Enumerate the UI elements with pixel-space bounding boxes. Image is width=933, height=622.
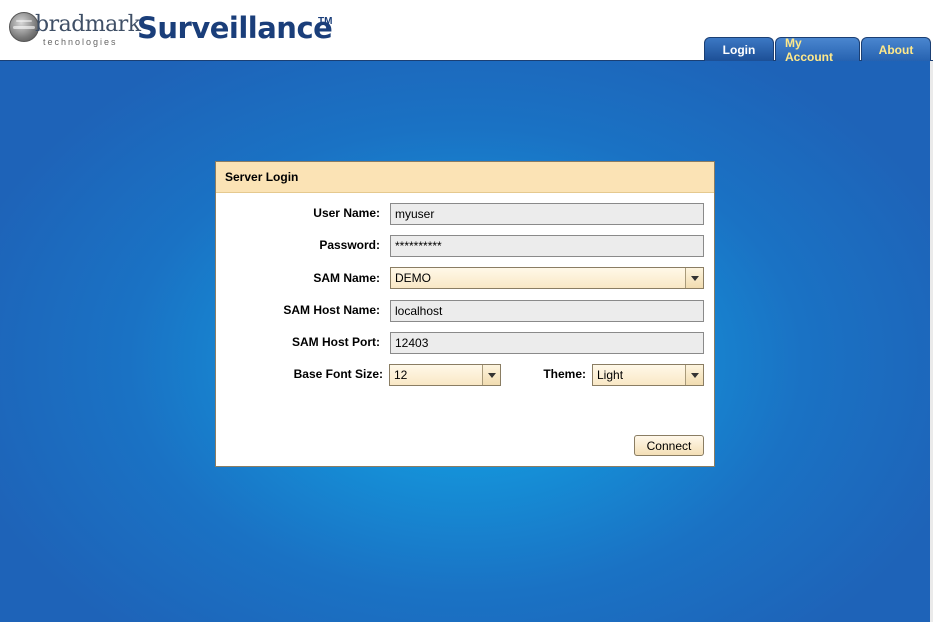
user-name-label: User Name: [313,206,380,220]
base-font-size-dropdown-button[interactable] [482,365,500,385]
theme-value: Light [597,368,624,382]
sam-host-name-label: SAM Host Name: [283,303,380,317]
chevron-down-icon [487,372,496,378]
tab-my-account[interactable]: My Account [775,36,860,64]
server-login-panel: Server Login User Name: myuser Password:… [215,161,715,467]
trademark-mark: TM [318,16,333,27]
password-label: Password: [319,238,380,252]
bradmark-logo: bradmark technologies [9,10,141,50]
theme-dropdown-button[interactable] [685,365,703,385]
user-name-input[interactable]: myuser [390,203,704,225]
sam-host-port-input[interactable]: 12403 [390,332,704,354]
app-title: Surveillance [137,11,333,45]
connect-button[interactable]: Connect [634,435,704,456]
sam-name-dropdown-button[interactable] [685,268,703,288]
sam-host-port-label: SAM Host Port: [292,335,380,349]
theme-label: Theme: [543,367,586,381]
chevron-down-icon [690,275,699,281]
sam-host-name-input[interactable]: localhost [390,300,704,322]
top-tabs: Login My Account About [703,36,931,64]
sam-name-select[interactable]: DEMO [390,267,704,289]
logo-subtitle: technologies [43,37,118,47]
panel-title: Server Login [216,162,714,193]
base-font-size-label: Base Font Size: [293,367,383,381]
sam-name-value: DEMO [395,271,431,285]
sam-name-label: SAM Name: [313,271,380,285]
chevron-down-icon [690,372,699,378]
tab-login[interactable]: Login [704,37,774,61]
base-font-size-value: 12 [394,368,408,382]
app-header: bradmark technologies Surveillance TM Lo… [0,0,933,64]
tab-about[interactable]: About [861,37,931,61]
logo-name: bradmark [35,12,141,37]
base-font-size-select[interactable]: 12 [389,364,501,386]
theme-select[interactable]: Light [592,364,704,386]
password-input[interactable]: ********** [390,235,704,257]
